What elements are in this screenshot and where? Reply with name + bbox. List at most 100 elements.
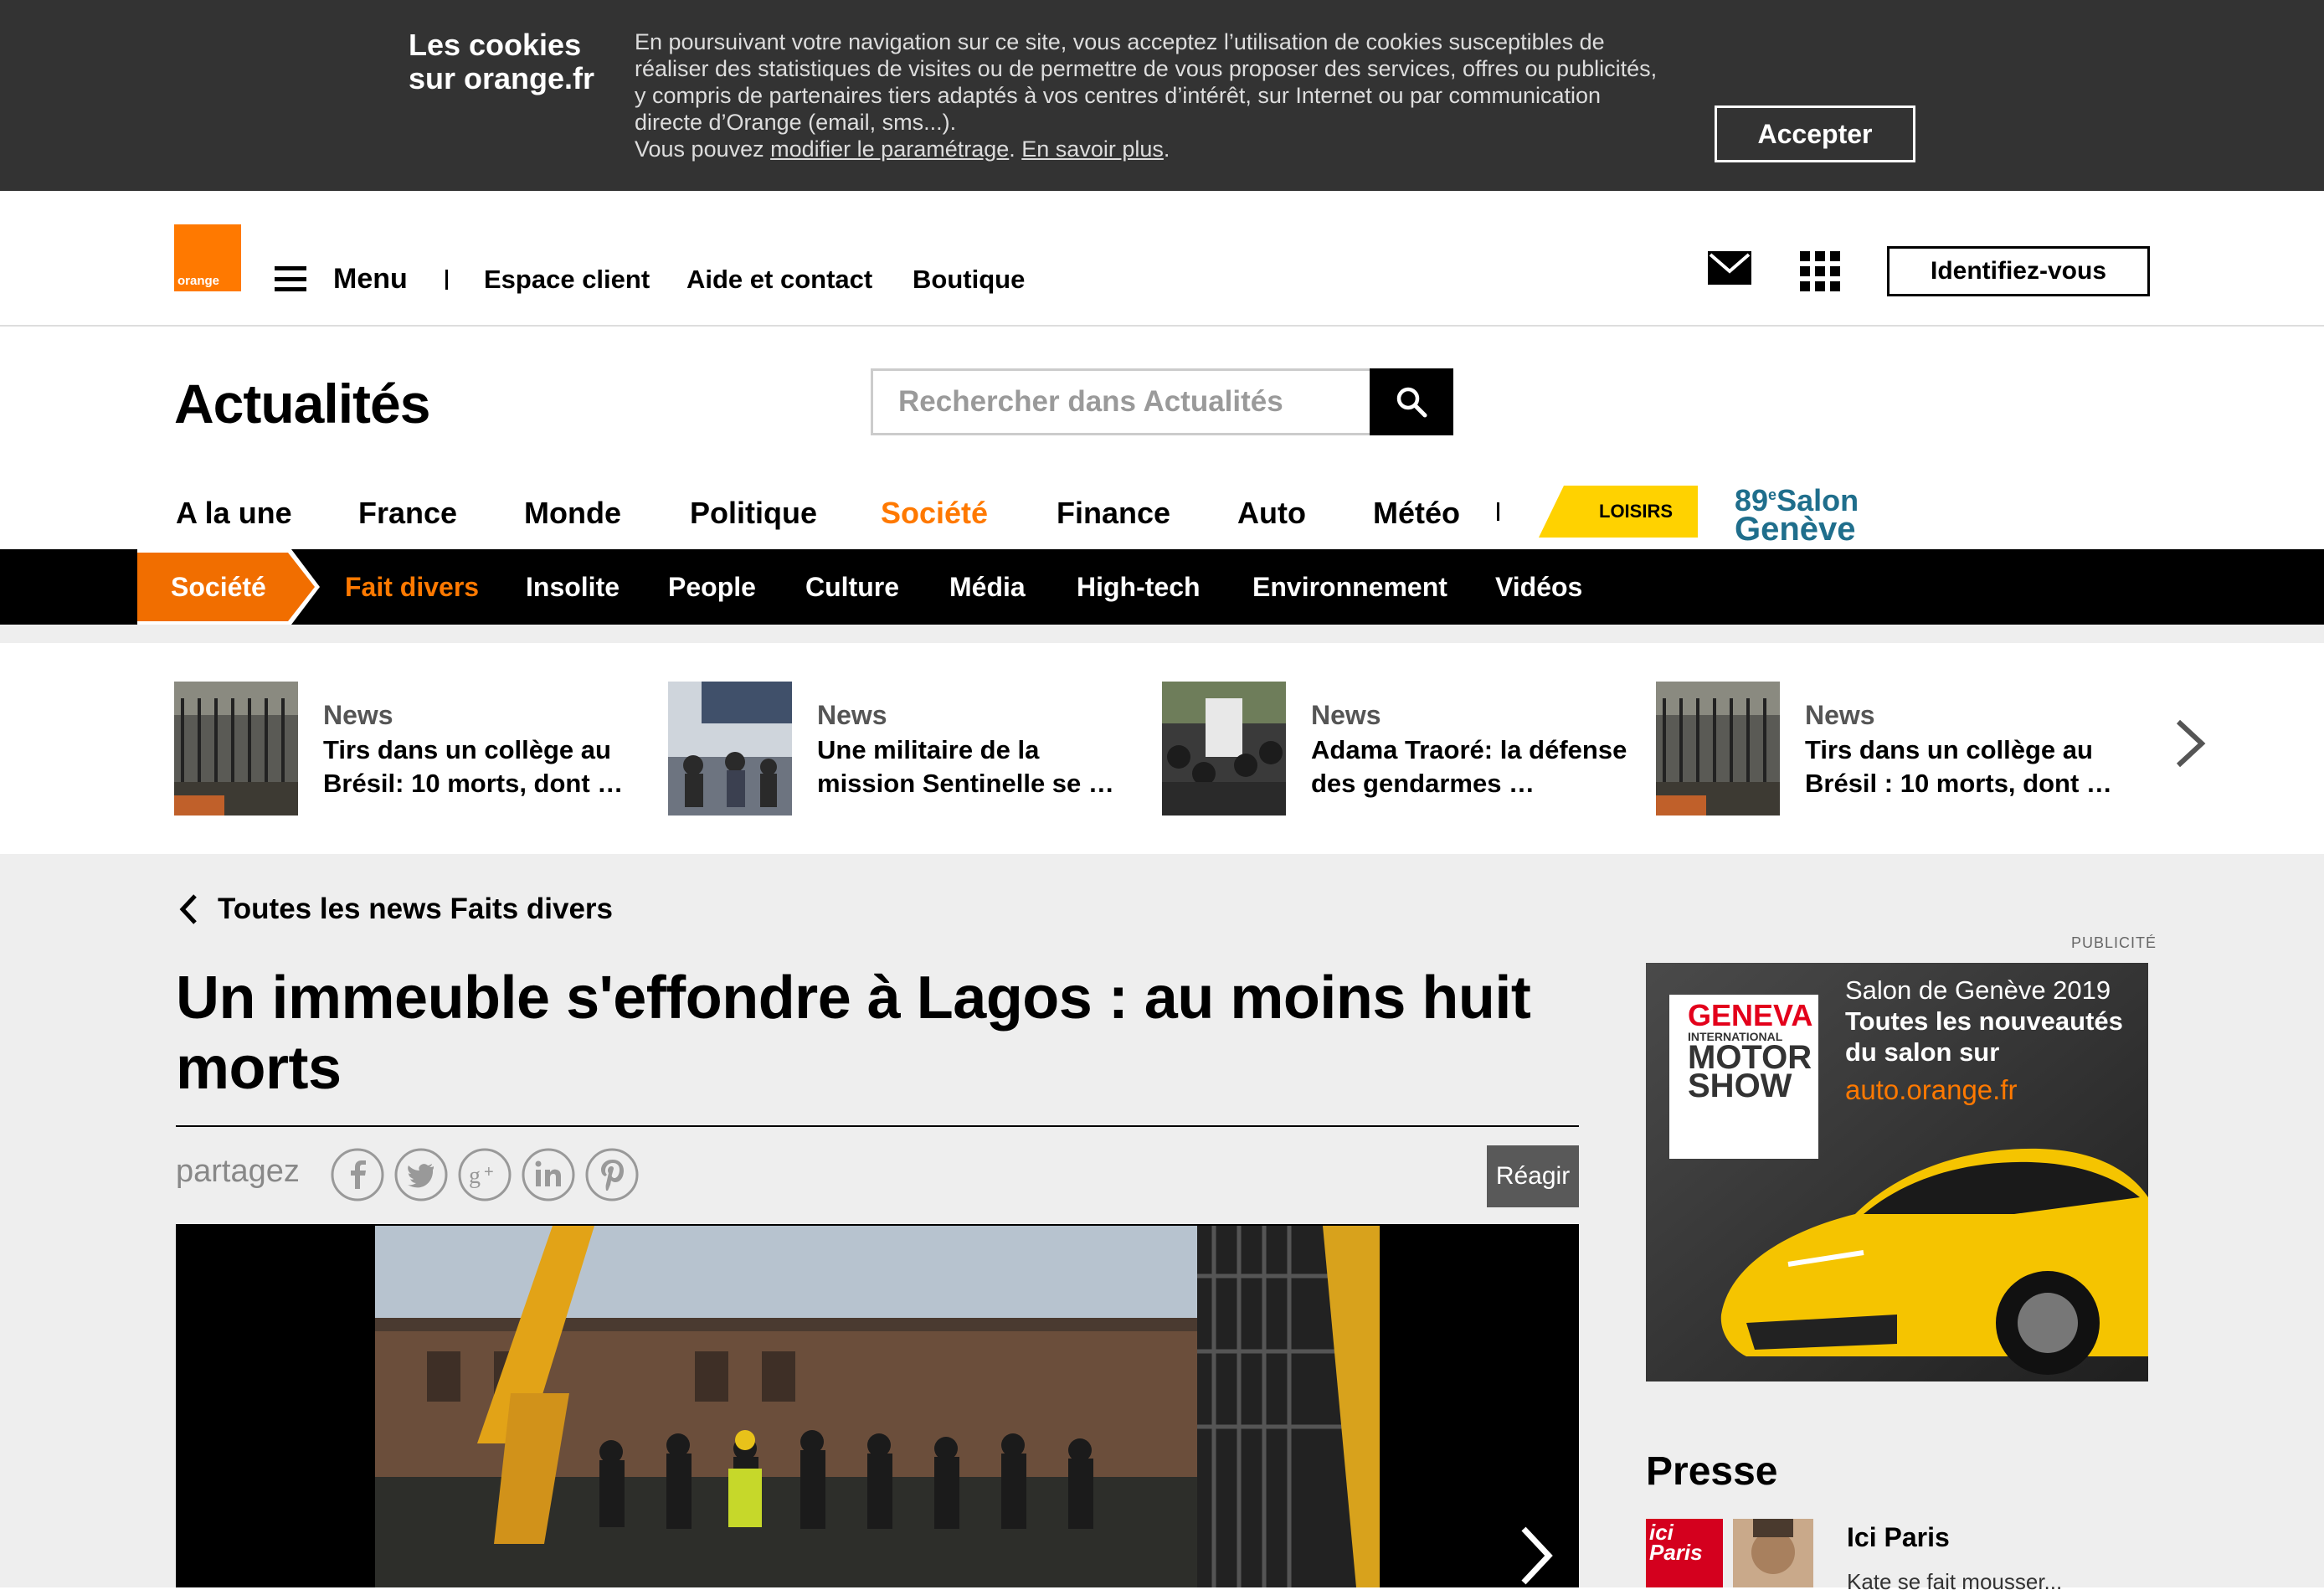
pinterest-icon[interactable] <box>584 1147 640 1202</box>
presse-cover-logo: ici Paris <box>1649 1520 1703 1565</box>
salon-city: Genève <box>1735 511 1856 548</box>
loisirs-label: LOISIRS <box>1599 501 1674 522</box>
salon-sup: e <box>1768 486 1777 503</box>
cookie-text: En poursuivant votre navigation sur ce s… <box>635 29 1658 162</box>
subnav-fait-divers[interactable]: Fait divers <box>345 549 479 625</box>
ad-copy: Salon de Genève 2019 Toutes les nouveaut… <box>1845 975 2123 1105</box>
news-category: News <box>1311 700 1381 730</box>
chevron-left-icon <box>179 894 197 924</box>
hamburger-icon <box>275 266 306 291</box>
news-title: Adama Traoré: la défense des gendarmes … <box>1311 735 1627 798</box>
presse-subtitle: Kate se fait mousser... <box>1847 1569 2063 1594</box>
mail-icon[interactable] <box>1708 251 1751 285</box>
google-plus-icon[interactable]: g + <box>457 1147 512 1202</box>
boutique-link[interactable]: Boutique <box>913 265 1025 295</box>
top-bar: orange Menu Espace client Aide et contac… <box>0 191 2324 327</box>
advertisement[interactable]: GENEVA INTERNATIONAL MOTOR SHOW Salon de… <box>1646 963 2148 1381</box>
subnav-environnement[interactable]: Environnement <box>1252 549 1447 625</box>
search-icon <box>1396 387 1427 418</box>
news-thumbnail <box>1656 682 1780 816</box>
cookie-title: Les cookies sur orange.fr <box>409 28 595 95</box>
page-title: Actualités <box>174 373 430 435</box>
strip-separator <box>0 625 2324 643</box>
subnav-section-tab[interactable]: Société <box>137 549 321 625</box>
presse-heading: Presse <box>1646 1449 1778 1494</box>
ad-line1: Salon de Genève 2019 <box>1845 975 2111 1005</box>
logo-text: orange <box>177 274 220 288</box>
ad-logo-l4: SHOW <box>1688 1068 1792 1104</box>
ad-line2: Toutes les nouveautés <box>1845 1006 2123 1036</box>
twitter-icon[interactable] <box>393 1147 449 1202</box>
nav-societe[interactable]: Société <box>881 496 988 531</box>
cookie-text-prefix: Vous pouvez <box>635 136 771 162</box>
cookie-more-link[interactable]: En savoir plus <box>1021 136 1164 162</box>
subnav-insolite[interactable]: Insolite <box>526 549 620 625</box>
svg-text:+: + <box>484 1163 494 1181</box>
svg-text:g: g <box>469 1163 481 1189</box>
nav-divider <box>1497 502 1499 521</box>
react-button[interactable]: Réagir <box>1487 1145 1579 1207</box>
nav-finance[interactable]: Finance <box>1057 496 1170 531</box>
nav-a-la-une[interactable]: A la une <box>176 496 292 531</box>
search-button[interactable] <box>1370 368 1453 435</box>
nav-monde[interactable]: Monde <box>524 496 621 531</box>
search-input[interactable] <box>873 371 1453 433</box>
subnav-media[interactable]: Média <box>949 549 1026 625</box>
nav-meteo[interactable]: Météo <box>1373 496 1460 531</box>
chevron-right-icon[interactable] <box>2172 718 2208 769</box>
cookie-text-body: En poursuivant votre navigation sur ce s… <box>635 29 1658 135</box>
news-card[interactable]: News Tirs dans un collège au Brésil: 10 … <box>174 682 643 816</box>
cookie-settings-link[interactable]: modifier le paramétrage <box>770 136 1009 162</box>
article-headline: Un immeuble s'effondre à Lagos : au moin… <box>176 965 1531 1102</box>
ad-line4: auto.orange.fr <box>1845 1074 2018 1105</box>
subnav-videos[interactable]: Vidéos <box>1495 549 1582 625</box>
presse-title[interactable]: Ici Paris <box>1847 1522 1950 1553</box>
subnav-culture[interactable]: Culture <box>805 549 899 625</box>
news-title: Une militaire de la mission Sentinelle s… <box>817 735 1114 798</box>
news-title: Tirs dans un collège au Brésil : 10 mort… <box>1805 735 2112 798</box>
subnav-section-label: Société <box>171 571 266 602</box>
ad-label: PUBLICITÉ <box>2071 934 2157 951</box>
espace-client-link[interactable]: Espace client <box>484 265 650 295</box>
login-button[interactable]: Identifiez-vous <box>1887 246 2150 296</box>
orange-logo[interactable]: orange <box>174 224 241 291</box>
news-category: News <box>817 700 887 730</box>
ad-logo-l1: GENEVA <box>1688 998 1813 1032</box>
cookie-banner: Les cookies sur orange.fr En poursuivant… <box>0 0 2324 191</box>
news-category: News <box>323 700 393 730</box>
ad-line3: du salon sur <box>1845 1037 2000 1067</box>
facebook-icon[interactable] <box>330 1147 385 1202</box>
news-card[interactable]: News Adama Traoré: la défense des gendar… <box>1162 682 1631 816</box>
article-photo[interactable] <box>176 1226 1579 1587</box>
loisirs-badge[interactable]: LOISIRS <box>1539 486 1698 538</box>
cookie-accept-button[interactable]: Accepter <box>1715 105 1915 162</box>
headline-divider <box>176 1125 1579 1127</box>
news-thumbnail <box>668 682 792 816</box>
news-thumbnail <box>1162 682 1286 816</box>
nav-politique[interactable]: Politique <box>690 496 817 531</box>
presse-thumbnail[interactable]: ici Paris <box>1646 1519 1813 1587</box>
news-card[interactable]: News Une militaire de la mission Sentine… <box>668 682 1137 816</box>
search-box <box>871 368 1453 435</box>
apps-grid-icon[interactable] <box>1800 251 1840 291</box>
salon-geneve-link[interactable]: 89eSalon Genève <box>1735 481 1859 548</box>
slideshow-next-icon[interactable] <box>1515 1524 1557 1587</box>
article-image <box>176 1226 1579 1587</box>
sub-nav: Société Fait divers Insolite People Cult… <box>0 549 2324 625</box>
subnav-people[interactable]: People <box>668 549 756 625</box>
back-link-label: Toutes les news Faits divers <box>218 893 614 925</box>
nav-auto[interactable]: Auto <box>1237 496 1306 531</box>
news-card[interactable]: News Tirs dans un collège au Brésil : 10… <box>1656 682 2125 816</box>
linkedin-icon[interactable] <box>521 1147 576 1202</box>
subnav-high-tech[interactable]: High-tech <box>1077 549 1201 625</box>
menu-button[interactable]: Menu <box>275 258 408 300</box>
back-link[interactable]: Toutes les news Faits divers <box>179 893 613 926</box>
news-category: News <box>1805 700 1875 730</box>
share-label: partagez <box>176 1154 300 1189</box>
menu-label: Menu <box>333 262 408 295</box>
news-thumbnail <box>174 682 298 816</box>
news-title: Tirs dans un collège au Brésil: 10 morts… <box>323 735 624 798</box>
divider <box>445 270 448 290</box>
aide-contact-link[interactable]: Aide et contact <box>686 265 872 295</box>
nav-france[interactable]: France <box>358 496 457 531</box>
